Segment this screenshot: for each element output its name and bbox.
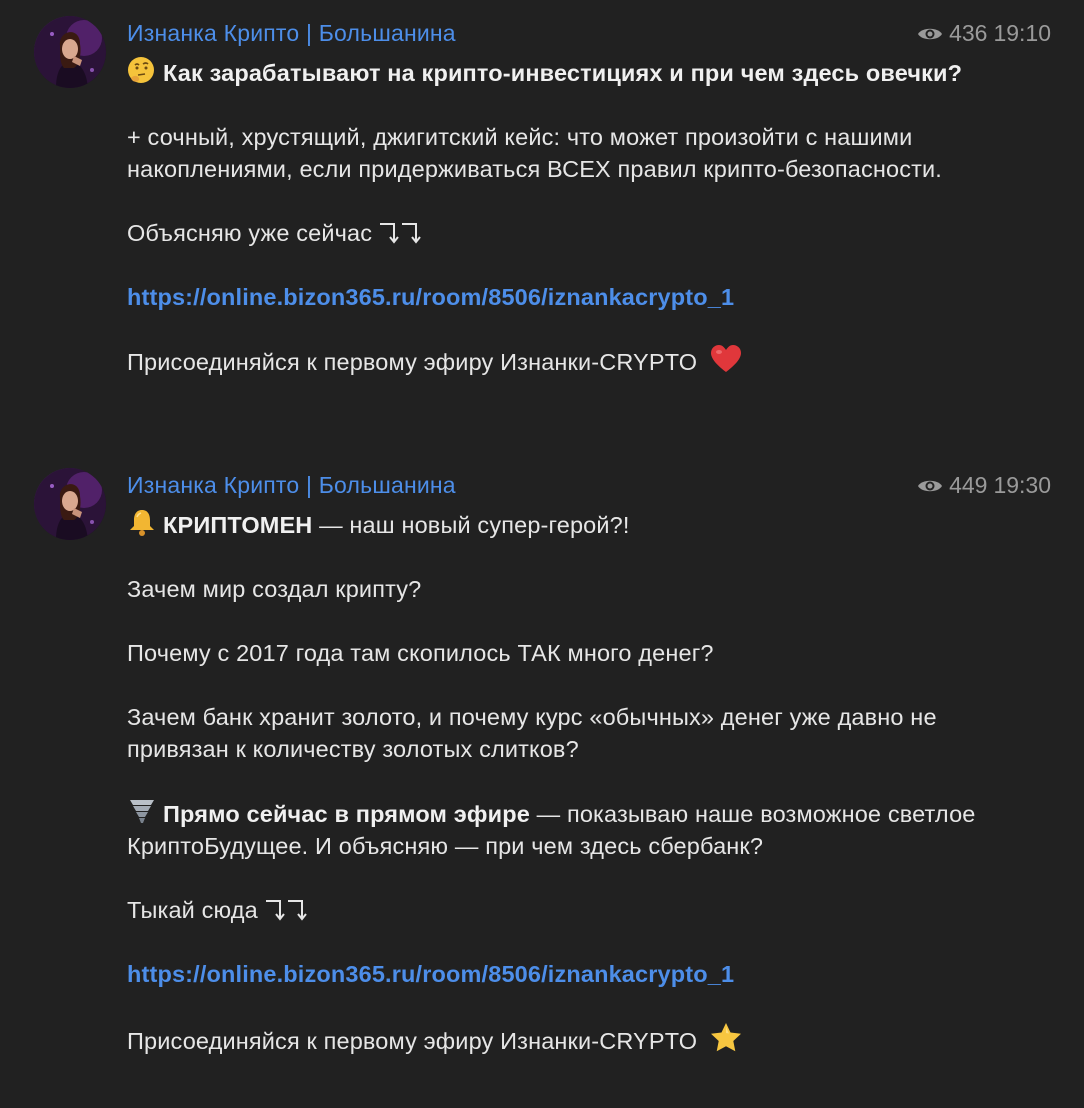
message-time: 19:30 bbox=[993, 472, 1051, 498]
eye-icon bbox=[918, 28, 943, 39]
sender-name[interactable]: Изнанка Крипто | Большанина bbox=[127, 472, 456, 499]
channel-avatar[interactable] bbox=[34, 16, 106, 88]
view-count: 449 bbox=[949, 472, 988, 498]
question-2: Почему с 2017 года там скопилось ТАК мно… bbox=[127, 640, 714, 666]
channel-avatar[interactable] bbox=[34, 468, 106, 540]
question-3: Зачем банк хранит золото, и почему курс … bbox=[127, 704, 937, 762]
message-title: Как зарабатывают на крипто-инвестициях и… bbox=[163, 60, 963, 86]
message-meta: 449 19:30 bbox=[917, 472, 1051, 499]
footer-text: Присоединяйся к первому эфиру Изнанки-CR… bbox=[127, 1028, 698, 1054]
star-icon bbox=[710, 1023, 741, 1052]
message-paragraph: Объясняю уже сейчас bbox=[127, 217, 1007, 249]
cta-text: Тыкай сюда bbox=[127, 897, 258, 923]
message-text: Как зарабатывают на крипто-инвестициях и… bbox=[127, 56, 1007, 378]
down-arrows-icon bbox=[380, 223, 421, 244]
message-meta: 436 19:10 bbox=[917, 20, 1051, 47]
webinar-link[interactable]: https://online.bizon365.ru/room/8506/izn… bbox=[127, 284, 734, 310]
message-footer: Присоединяйся к первому эфиру Изнанки-CR… bbox=[127, 1022, 1007, 1057]
cta-line: Тыкай сюда bbox=[127, 894, 1007, 926]
view-count: 436 bbox=[949, 20, 988, 46]
message-title-line: КРИПТОМЕН — наш новый супер-герой?! bbox=[127, 508, 1007, 541]
bell-icon bbox=[130, 510, 154, 536]
thinking-face-icon bbox=[128, 57, 154, 83]
footer-text: Присоединяйся к первому эфиру Изнанки-CR… bbox=[127, 349, 698, 375]
title-rest: — наш новый супер-герой?! bbox=[312, 512, 630, 538]
message-time: 19:10 bbox=[993, 20, 1051, 46]
webinar-link[interactable]: https://online.bizon365.ru/room/8506/izn… bbox=[127, 961, 734, 987]
message-footer: Присоединяйся к первому эфиру Изнанки-CR… bbox=[127, 345, 1007, 378]
title-highlight: КРИПТОМЕН bbox=[163, 512, 313, 538]
red-heart-icon bbox=[710, 345, 741, 372]
live-highlight: Прямо сейчас в прямом эфире bbox=[163, 801, 530, 827]
sender-name[interactable]: Изнанка Крипто | Большанина bbox=[127, 20, 456, 47]
message-text: КРИПТОМЕН — наш новый супер-герой?! Заче… bbox=[127, 508, 1007, 1057]
question-1: Зачем мир создал крипту? bbox=[127, 576, 422, 602]
live-line: Прямо сейчас в прямом эфире — показываю … bbox=[127, 797, 1007, 862]
explain-text: Объясняю уже сейчас bbox=[127, 220, 373, 246]
message-paragraph: + сочный, хрустящий, джигитский кейс: чт… bbox=[127, 124, 942, 182]
down-arrows-icon bbox=[265, 900, 307, 921]
message-title-line: Как зарабатывают на крипто-инвестициях и… bbox=[127, 56, 1007, 89]
tornado-icon bbox=[130, 800, 154, 823]
link-line: https://online.bizon365.ru/room/8506/izn… bbox=[127, 958, 1007, 990]
eye-icon bbox=[918, 480, 943, 491]
link-line: https://online.bizon365.ru/room/8506/izn… bbox=[127, 281, 1007, 313]
